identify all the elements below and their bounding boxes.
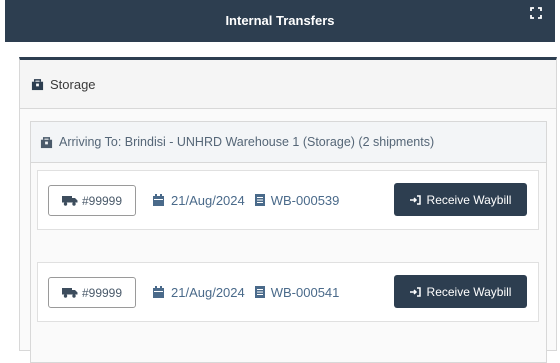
shipment-date: 21/Aug/2024 [171,284,245,300]
truck-icon [61,196,78,206]
shipment-number: #99999 [81,193,123,208]
shipment-number-tag[interactable]: #99999 [48,277,136,308]
package-icon [31,78,44,90]
storage-panel-header[interactable]: Storage [20,60,556,109]
shipment-number: #99999 [81,285,123,300]
document-icon [254,194,265,206]
sign-in-icon [409,194,421,205]
receive-waybill-button[interactable]: Receive Waybill [394,183,527,216]
storage-panel: Storage Arriving To: Brindisi - UNHRD Wa… [19,57,557,363]
receive-waybill-button[interactable]: Receive Waybill [394,275,527,308]
arrival-group-header[interactable]: Arriving To: Brindisi - UNHRD Warehouse … [31,122,546,163]
receive-waybill-label: Receive Waybill [426,284,512,299]
truck-icon [61,288,78,298]
expand-icon[interactable] [530,7,542,19]
waybill-number: WB-000539 [270,192,340,208]
package-icon [40,136,53,148]
arrival-group-title: Arriving To: Brindisi - UNHRD Warehouse … [59,135,435,149]
shipment-date: 21/Aug/2024 [171,192,245,208]
shipment-meta: 21/Aug/2024 WB-000541 [153,263,339,321]
app-header: Internal Transfers [5,0,555,42]
page-title: Internal Transfers [225,13,335,28]
shipment-meta: 21/Aug/2024 WB-000539 [153,171,339,229]
storage-panel-title: Storage [50,76,96,92]
shipment-row: #99999 21/Aug/2024 WB-000539 Receive Way… [37,170,539,230]
shipment-number-tag[interactable]: #99999 [48,185,136,216]
receive-waybill-label: Receive Waybill [426,192,512,207]
calendar-icon [153,194,164,206]
shipment-row: #99999 21/Aug/2024 WB-000541 Receive Way… [37,262,539,322]
document-icon [254,286,265,298]
waybill-number: WB-000541 [270,284,340,300]
sign-in-icon [409,286,421,297]
calendar-icon [153,286,164,298]
arrival-group: Arriving To: Brindisi - UNHRD Warehouse … [30,121,547,363]
